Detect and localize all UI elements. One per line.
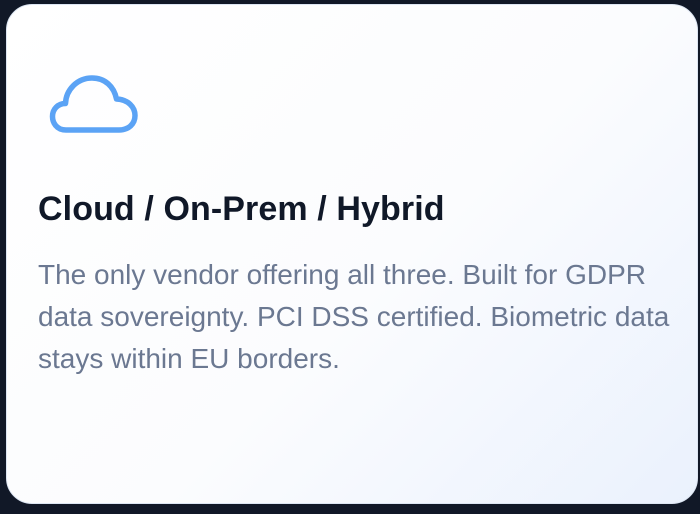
cloud-icon (44, 67, 140, 139)
feature-card: Cloud / On-Prem / Hybrid The only vendor… (6, 4, 698, 504)
card-title: Cloud / On-Prem / Hybrid (38, 190, 445, 228)
card-description: The only vendor offering all three. Buil… (38, 259, 670, 374)
